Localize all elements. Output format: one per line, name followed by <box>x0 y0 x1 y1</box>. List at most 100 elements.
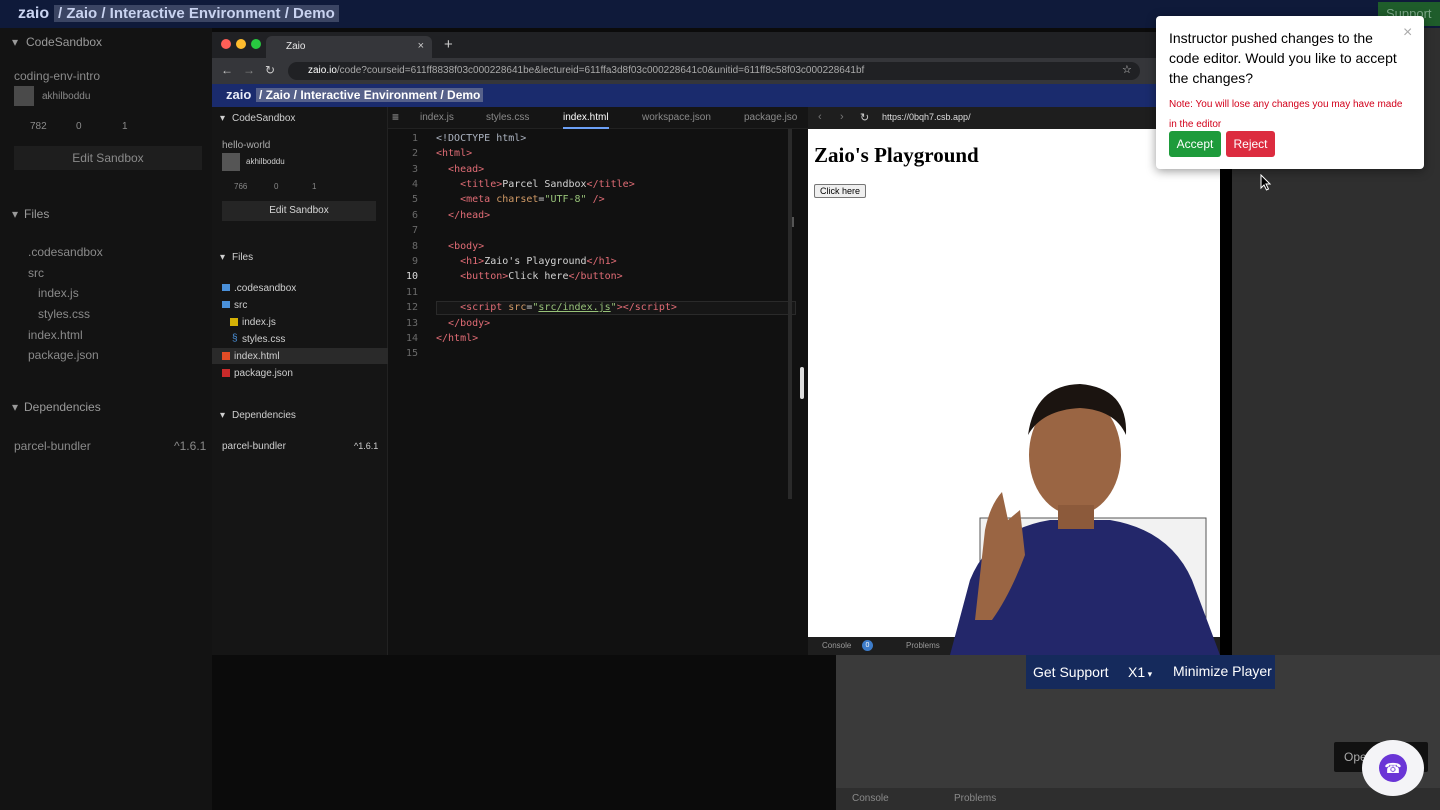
background-problems-tab[interactable]: Problems <box>954 793 996 804</box>
code-line: <title>Parcel Sandbox</title> <box>460 179 635 190</box>
preview-click-button[interactable]: Click here <box>814 184 867 198</box>
url-field[interactable]: zaio.io/code?courseid=611ff8838f03c00022… <box>288 62 1140 80</box>
scrollbar[interactable] <box>788 129 792 499</box>
background-file-item[interactable]: index.js <box>38 286 79 300</box>
speed-dropdown[interactable]: X1 ▾ <box>1128 664 1152 680</box>
tab-styles-css[interactable]: styles.css <box>486 112 529 123</box>
tab-package-json[interactable]: package.jso <box>744 112 797 123</box>
line-number: 6 <box>411 210 418 221</box>
inner-logo: zaio <box>226 87 252 102</box>
code-line: <meta charset="UTF-8" /> <box>460 194 605 205</box>
back-icon[interactable]: ← <box>221 63 233 77</box>
folder-icon <box>222 284 230 291</box>
background-breadcrumb: / Zaio / Interactive Environment / Demo <box>54 5 339 22</box>
line-number: 5 <box>411 194 418 205</box>
line-number: 8 <box>411 241 418 252</box>
background-project-name: coding-env-intro <box>14 69 101 83</box>
background-files-title: Files <box>24 207 50 221</box>
browser-tab[interactable]: Zaio × <box>266 36 432 58</box>
minimize-window-icon[interactable] <box>236 39 246 49</box>
files-title: Files <box>232 252 254 263</box>
console-count-badge: 0 <box>862 640 873 651</box>
background-file-item[interactable]: styles.css <box>38 307 90 321</box>
background-bottom-bar: Console Problems <box>836 788 1440 810</box>
background-edit-sandbox-button[interactable]: Edit Sandbox <box>14 146 202 170</box>
code-line: </body> <box>448 318 491 329</box>
tab-workspace-json[interactable]: workspace.json <box>642 112 711 123</box>
line-number: 2 <box>411 148 418 159</box>
line-number: 14 <box>405 333 418 344</box>
reload-icon[interactable]: ↻ <box>860 111 869 124</box>
codesandbox-title: CodeSandbox <box>232 113 296 124</box>
pane-resize-handle[interactable] <box>800 367 804 399</box>
forward-icon[interactable]: → <box>243 63 255 77</box>
new-tab-icon[interactable]: + <box>444 36 453 53</box>
dependency-name: parcel-bundler <box>222 441 286 452</box>
tab-index-html[interactable]: index.html <box>563 112 609 129</box>
background-file-item[interactable]: src <box>28 266 44 280</box>
close-icon[interactable]: × <box>1403 24 1412 42</box>
bookmark-icon[interactable]: ☆ <box>1122 63 1132 76</box>
chevron-down-icon: ▾ <box>12 400 19 414</box>
browser-tab-bar: Zaio × + <box>212 32 1232 58</box>
line-number: 11 <box>405 287 418 298</box>
chevron-down-icon: ▾ <box>12 35 19 49</box>
code-line: <html> <box>436 148 473 159</box>
chevron-down-icon: ▾ <box>220 410 226 421</box>
forward-icon[interactable]: › <box>840 111 844 123</box>
code-editor: ≡ index.js styles.css index.html workspa… <box>388 107 808 655</box>
editor-tabs: ≡ index.js styles.css index.html workspa… <box>388 107 808 129</box>
file-item[interactable]: package.json <box>234 368 293 379</box>
close-tab-icon[interactable]: × <box>418 40 424 52</box>
background-views: 782 <box>30 121 47 132</box>
chat-button[interactable]: ☎ <box>1362 740 1424 796</box>
reject-button[interactable]: Reject <box>1226 131 1275 157</box>
folder-icon <box>222 301 230 308</box>
code-line: <head> <box>448 164 485 175</box>
tab-title: Zaio <box>286 41 306 52</box>
codesandbox-sidebar: ▾ CodeSandbox hello-world akhilboddu 766… <box>212 107 388 655</box>
url-host: zaio.io <box>308 65 337 76</box>
background-likes: 0 <box>76 121 82 132</box>
reload-icon[interactable]: ↻ <box>265 63 275 77</box>
presenter-video <box>950 384 1220 655</box>
avatar <box>222 153 240 171</box>
dependencies-title: Dependencies <box>232 410 296 421</box>
line-number: 4 <box>411 179 418 190</box>
file-item[interactable]: index.js <box>242 317 276 328</box>
code-line: <script src="src/index.js"></script> <box>460 302 677 313</box>
background-file-item[interactable]: index.html <box>28 328 83 342</box>
code-line: <button>Click here</button> <box>460 271 623 282</box>
inner-topbar: zaio / Zaio / Interactive Environment / … <box>212 84 1232 107</box>
back-icon[interactable]: ‹ <box>818 111 822 123</box>
maximize-window-icon[interactable] <box>251 39 261 49</box>
edit-sandbox-button[interactable]: Edit Sandbox <box>222 201 376 221</box>
file-item[interactable]: index.html <box>234 351 280 362</box>
file-item[interactable]: styles.css <box>242 334 285 345</box>
menu-icon[interactable]: ≡ <box>392 110 399 124</box>
background-file-item[interactable]: package.json <box>28 348 99 362</box>
javascript-file-icon <box>230 318 238 326</box>
css-file-icon: § <box>232 333 238 344</box>
chevron-down-icon: ▾ <box>220 113 226 124</box>
preview-url[interactable]: https://0bqh7.csb.app/ <box>882 112 971 122</box>
url-path: /code?courseid=611ff8838f03c000228641be&… <box>336 65 865 76</box>
console-tab[interactable]: Console <box>822 641 851 650</box>
code-line: <!DOCTYPE html> <box>436 133 527 144</box>
player-controls: Get Support X1 ▾ Minimize Player <box>1026 655 1275 689</box>
code-line: <body> <box>448 241 485 252</box>
chevron-down-icon: ▾ <box>220 252 226 263</box>
close-window-icon[interactable] <box>221 39 231 49</box>
background-file-item[interactable]: .codesandbox <box>28 245 103 259</box>
code-line: </head> <box>448 210 491 221</box>
background-console-tab[interactable]: Console <box>852 793 889 804</box>
minimize-player-button[interactable]: Minimize Player <box>1173 663 1272 679</box>
accept-button[interactable]: Accept <box>1169 131 1221 157</box>
file-item[interactable]: .codesandbox <box>234 283 296 294</box>
mouse-cursor-icon <box>1260 174 1272 191</box>
file-item[interactable]: src <box>234 300 247 311</box>
background-user: akhilboddu <box>42 91 91 102</box>
views-count: 766 <box>234 182 248 191</box>
tab-index-js[interactable]: index.js <box>420 112 454 123</box>
get-support-button[interactable]: Get Support <box>1033 664 1109 680</box>
